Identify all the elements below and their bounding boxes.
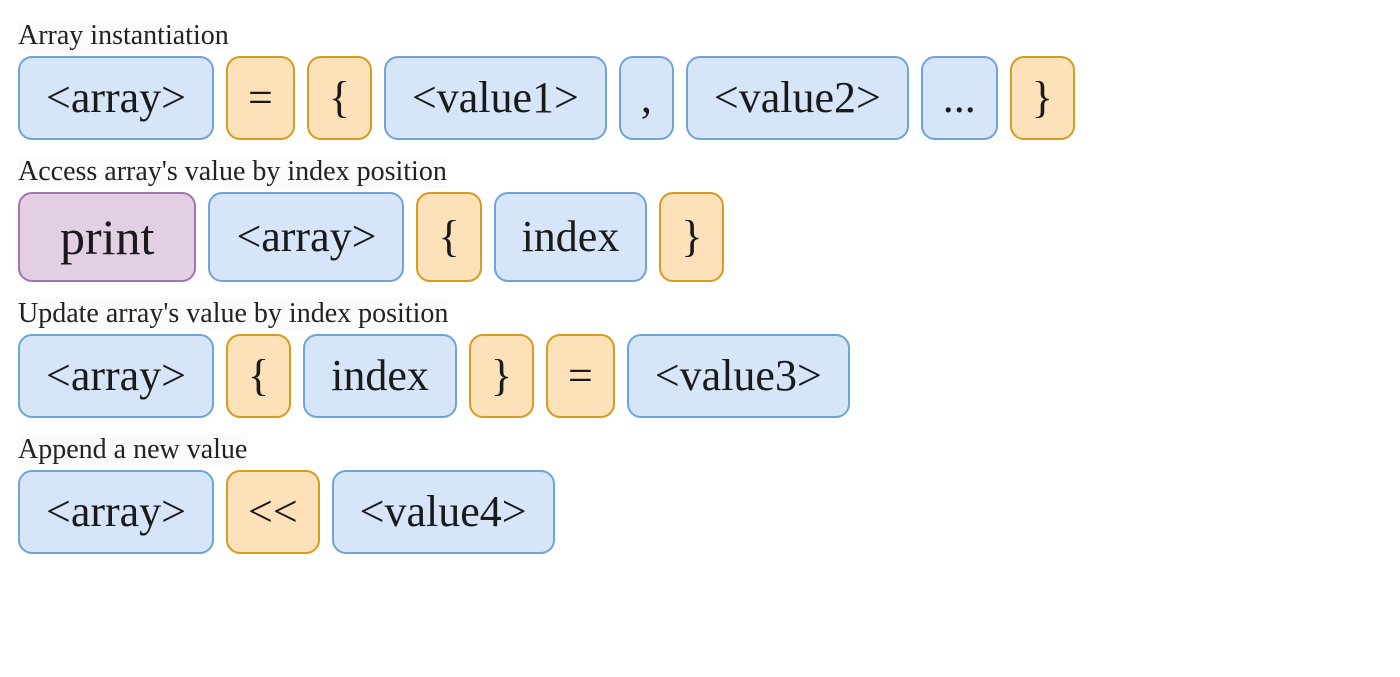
token-array-var: <array> bbox=[208, 192, 404, 282]
label-append: Append a new value bbox=[18, 434, 247, 466]
token-equals-op: = bbox=[546, 334, 615, 418]
token-lbrace: { bbox=[307, 56, 372, 140]
token-array-var: <array> bbox=[18, 334, 214, 418]
token-array-var: <array> bbox=[18, 470, 214, 554]
token-lbrace: { bbox=[226, 334, 291, 418]
token-rbrace: } bbox=[469, 334, 534, 418]
section-access: Access array's value by index position p… bbox=[10, 146, 1390, 282]
section-update: Update array's value by index position <… bbox=[10, 288, 1390, 418]
row-access: print <array> { index } bbox=[10, 192, 1390, 282]
token-value4: <value4> bbox=[332, 470, 555, 554]
token-value2: <value2> bbox=[686, 56, 909, 140]
token-value1: <value1> bbox=[384, 56, 607, 140]
token-comma: , bbox=[619, 56, 674, 140]
token-value3: <value3> bbox=[627, 334, 850, 418]
row-instantiation: <array> = { <value1> , <value2> ... } bbox=[10, 56, 1390, 140]
section-append: Append a new value <array> << <value4> bbox=[10, 424, 1390, 554]
label-access: Access array's value by index position bbox=[18, 156, 447, 188]
label-instantiation: Array instantiation bbox=[18, 20, 229, 52]
token-rbrace: } bbox=[1010, 56, 1075, 140]
token-index: index bbox=[303, 334, 457, 418]
token-equals-op: = bbox=[226, 56, 295, 140]
token-ellipsis: ... bbox=[921, 56, 998, 140]
token-push-op: << bbox=[226, 470, 320, 554]
section-instantiation: Array instantiation <array> = { <value1>… bbox=[10, 10, 1390, 140]
label-update: Update array's value by index position bbox=[18, 298, 448, 330]
token-print-keyword: print bbox=[18, 192, 196, 282]
row-update: <array> { index } = <value3> bbox=[10, 334, 1390, 418]
token-index: index bbox=[494, 192, 648, 282]
row-append: <array> << <value4> bbox=[10, 470, 1390, 554]
token-array-var: <array> bbox=[18, 56, 214, 140]
token-lbrace: { bbox=[416, 192, 481, 282]
token-rbrace: } bbox=[659, 192, 724, 282]
